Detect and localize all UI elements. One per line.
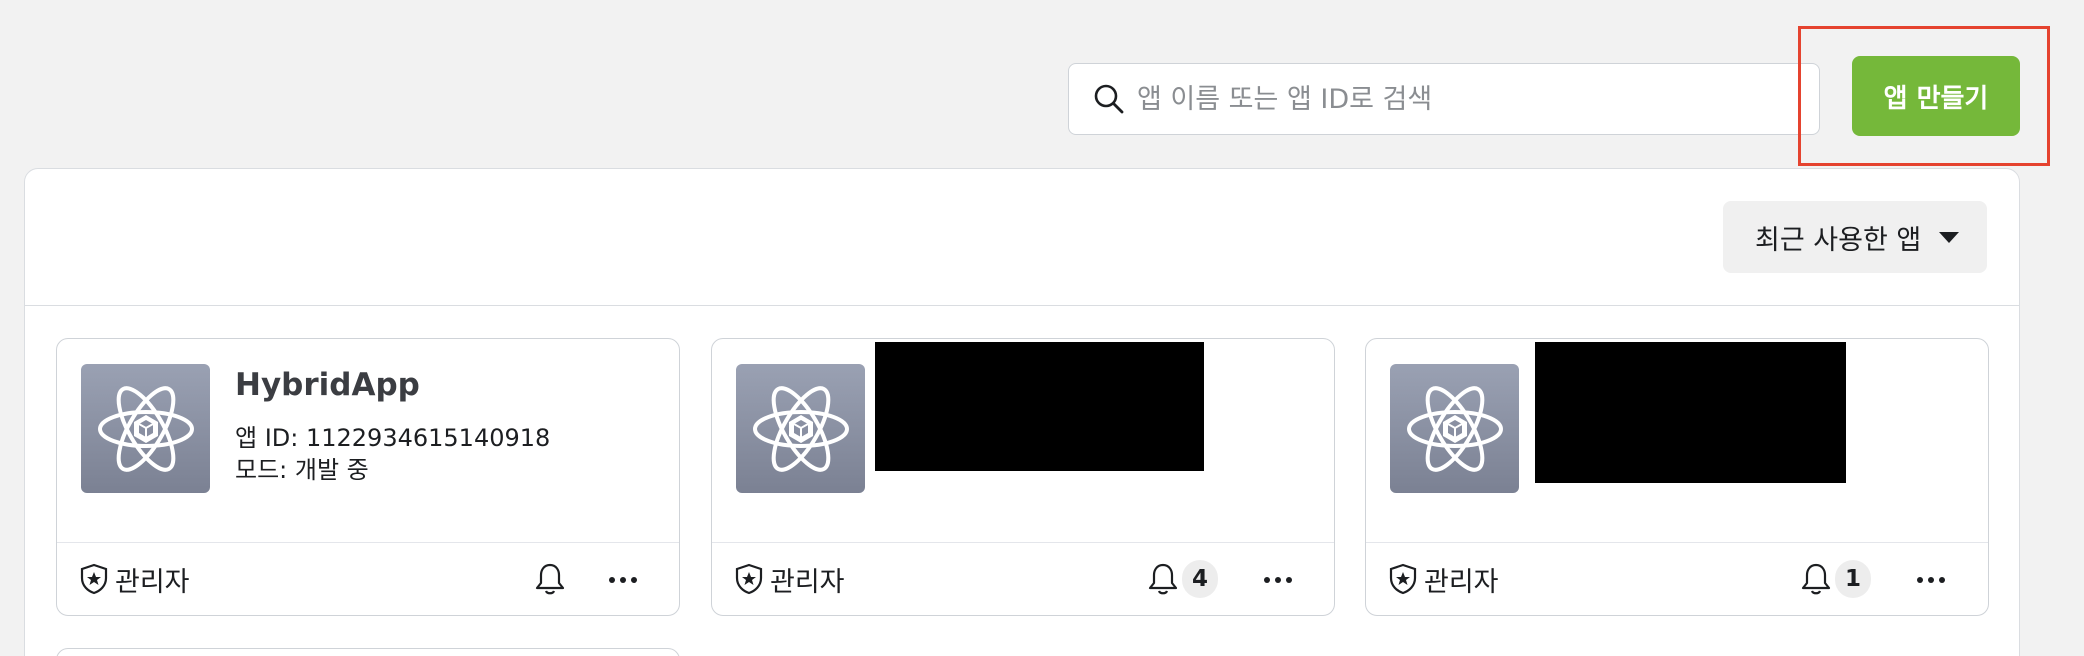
app-atom-icon (1390, 364, 1519, 493)
redacted-app-details (1535, 342, 1846, 483)
app-id: 앱 ID: 1122934615140918 (235, 424, 551, 452)
role-text: 관리자 (770, 566, 845, 598)
search-icon (1094, 84, 1124, 114)
search-box[interactable] (1068, 63, 1820, 135)
app-dashboard: 앱 만들기 최근 사용한 앱 (0, 0, 2084, 656)
app-card[interactable]: 관리자 4 (711, 338, 1335, 616)
bell-icon[interactable] (1798, 561, 1834, 597)
app-card-footer: 관리자 (57, 543, 679, 615)
sort-label: 최근 사용한 앱 (1755, 224, 1922, 256)
app-card-info[interactable] (712, 339, 1334, 543)
app-card[interactable]: HybridApp 앱 ID: 1122934615140918 모드: 개발 … (56, 338, 680, 616)
app-name[interactable]: HybridApp (235, 367, 420, 403)
app-card[interactable]: 관리자 1 (1365, 338, 1989, 616)
search-input[interactable] (1137, 83, 1797, 115)
create-app-button[interactable]: 앱 만들기 (1852, 56, 2020, 136)
app-card-footer: 관리자 1 (1366, 543, 1988, 615)
more-options-icon[interactable] (1911, 565, 1951, 595)
role-text: 관리자 (1424, 566, 1499, 598)
redacted-app-details (875, 342, 1204, 471)
role-label: 관리자 (734, 560, 845, 599)
sort-dropdown[interactable]: 최근 사용한 앱 (1723, 201, 1987, 273)
app-atom-icon (736, 364, 865, 493)
role-text: 관리자 (115, 566, 190, 598)
panel-header: 최근 사용한 앱 (25, 169, 2019, 306)
notification-count-badge: 1 (1835, 560, 1871, 598)
more-options-icon[interactable] (603, 565, 643, 595)
bell-icon[interactable] (1145, 561, 1181, 597)
app-card[interactable] (56, 648, 680, 656)
app-card-info[interactable]: HybridApp 앱 ID: 1122934615140918 모드: 개발 … (57, 339, 679, 543)
app-card-footer: 관리자 4 (712, 543, 1334, 615)
admin-shield-icon (735, 563, 763, 595)
caret-down-icon (1939, 231, 1959, 243)
app-atom-icon (81, 364, 210, 493)
notification-count-badge: 4 (1182, 560, 1218, 598)
bell-icon[interactable] (532, 561, 568, 597)
role-label: 관리자 (79, 560, 190, 599)
more-options-icon[interactable] (1258, 565, 1298, 595)
admin-shield-icon (1389, 563, 1417, 595)
app-mode: 모드: 개발 중 (235, 456, 369, 484)
role-label: 관리자 (1388, 560, 1499, 599)
admin-shield-icon (80, 563, 108, 595)
app-card-info[interactable] (1366, 339, 1988, 543)
